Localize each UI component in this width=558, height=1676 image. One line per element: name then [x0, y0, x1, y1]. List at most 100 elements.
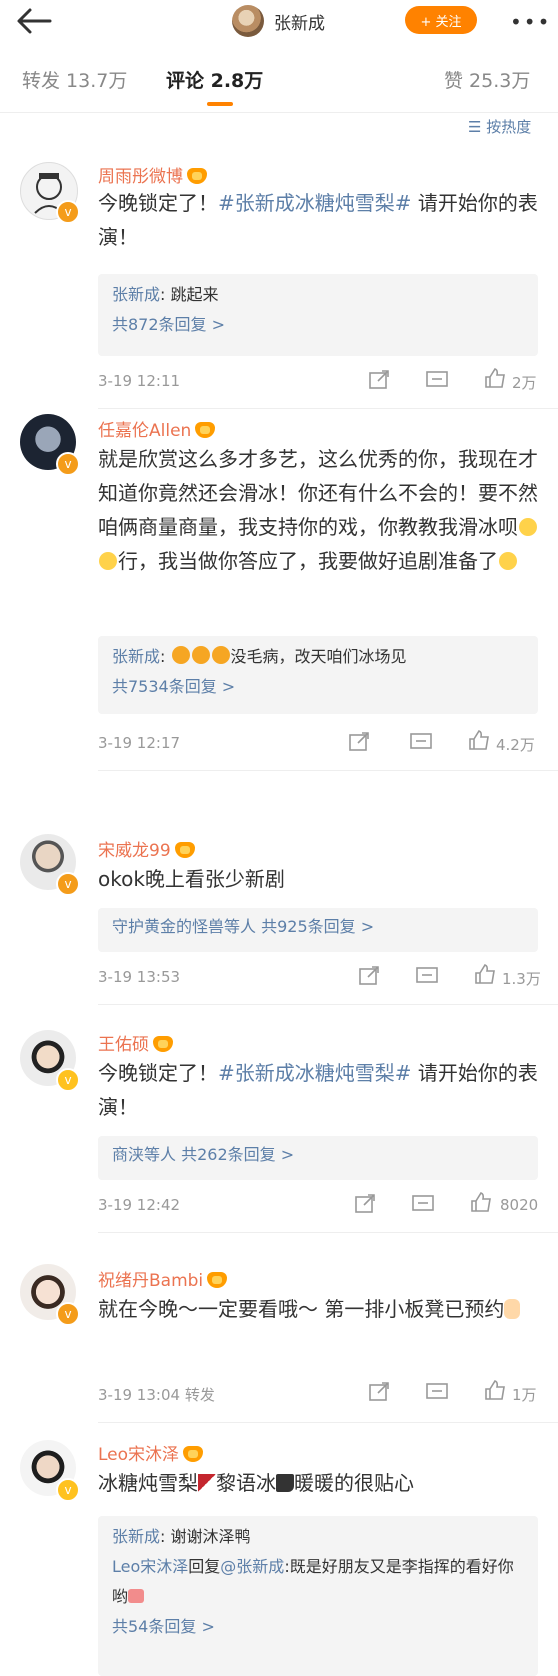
view-replies-link[interactable]: 共872条回复 > [98, 310, 538, 340]
view-replies-link[interactable]: 共7534条回复 > [98, 672, 538, 702]
like-icon[interactable] [484, 368, 506, 388]
repost-label[interactable]: 转发 [185, 1386, 215, 1404]
view-replies-link[interactable]: 共54条回复 > [98, 1612, 538, 1642]
victory-hand-emoji-icon [504, 1299, 521, 1319]
reply-author[interactable]: Leo宋沐泽 [112, 1557, 188, 1576]
comment-time: 3-19 12:17 [98, 734, 181, 752]
like-count: 1万 [512, 1386, 537, 1404]
verified-badge-icon: v [56, 872, 80, 896]
author-avatar[interactable] [232, 5, 264, 37]
sort-label: 按热度 [486, 118, 532, 136]
reply-box[interactable]: 张新成: 没毛病，改天咱们冰场见 共7534条回复 > [98, 636, 538, 714]
comment-time: 3-19 12:42 [98, 1196, 181, 1214]
reply-box[interactable]: 张新成: 谢谢沐泽鸭 Leo宋沐泽回复@张新成:既是好朋友又是李指挥的看好你哟 … [98, 1516, 538, 1676]
comment-time: 3-19 12:11 [98, 372, 181, 390]
sunglasses-emoji-icon [499, 552, 517, 570]
comment-icon[interactable] [426, 370, 448, 390]
sort-button[interactable]: ☰ 按热度 [468, 116, 531, 137]
commenter-name[interactable]: 祝绪丹Bambi [98, 1266, 228, 1291]
commenter-name[interactable]: 任嘉伦Allen [98, 416, 216, 441]
vip-crown-icon [187, 168, 207, 184]
comment-text: 就在今晚～一定要看哦～ 第一排小板凳已预约 [98, 1292, 538, 1326]
verified-badge-icon: v [56, 200, 80, 224]
divider [98, 1422, 558, 1423]
tab-comments[interactable]: 评论 2.8万 [166, 66, 263, 93]
shy-emoji-icon [191, 646, 210, 664]
speech-emoji-icon [128, 1589, 145, 1603]
comment-text: 今晚锁定了！#张新成冰糖炖雪梨# 请开始你的表演！ [98, 191, 538, 249]
verified-badge-icon: v [56, 452, 80, 476]
tab-reposts[interactable]: 转发 13.7万 [22, 66, 127, 93]
divider [98, 408, 558, 409]
view-replies-link[interactable]: 守护黄金的怪兽等人 共925条回复 > [98, 912, 538, 942]
shy-emoji-icon [171, 646, 190, 664]
reply-author[interactable]: 张新成 [112, 647, 160, 666]
like-icon[interactable] [484, 1380, 506, 1400]
comment-text: 今晚锁定了！#张新成冰糖炖雪梨# 请开始你的表演！ [98, 1061, 538, 1119]
reply-box[interactable]: 张新成: 跳起来 共872条回复 > [98, 274, 538, 356]
verified-badge-icon: v [56, 1478, 80, 1502]
reply-box[interactable]: 商浃等人 共262条回复 > [98, 1136, 538, 1180]
commenter-name[interactable]: 宋威龙99 [98, 836, 195, 861]
verified-badge-icon: v [56, 1302, 80, 1326]
like-icon[interactable] [470, 1192, 492, 1212]
like-icon[interactable] [474, 964, 496, 984]
divider [98, 1004, 558, 1005]
comment-text: 就是欣赏这么多才多艺，这么优秀的你，我现在才知道你竟然还会滑冰！你还有什么不会的… [98, 447, 538, 573]
share-icon[interactable] [348, 732, 370, 752]
reply-text: : 跳起来 [160, 285, 219, 304]
divider [98, 1232, 558, 1233]
comment-time: 3-19 13:04 转发 [98, 1386, 215, 1404]
vip-crown-icon [183, 1446, 204, 1462]
top-bar: 张新成 + 关注 ••• [0, 0, 558, 44]
like-count: 4.2万 [496, 736, 535, 754]
comment-icon[interactable] [426, 1382, 448, 1402]
verified-badge-icon: v [56, 1068, 80, 1092]
comment-time: 3-19 13:53 [98, 968, 181, 986]
vip-crown-icon [195, 422, 216, 438]
mention-link[interactable]: @张新成 [220, 1557, 284, 1576]
vip-crown-icon [207, 1272, 228, 1288]
author-header[interactable]: 张新成 [232, 4, 325, 38]
grin-emoji-icon [99, 552, 117, 570]
hockey-stick-emoji-icon [198, 1474, 216, 1492]
divider [0, 112, 558, 113]
vip-crown-icon [153, 1036, 173, 1052]
sort-icon: ☰ [468, 118, 487, 136]
active-tab-indicator [207, 102, 233, 106]
topic-link[interactable]: #张新成冰糖炖雪梨# [218, 1061, 412, 1085]
comment-text: okok晚上看张少新剧 [98, 867, 285, 891]
shy-emoji-icon [211, 646, 230, 664]
share-icon[interactable] [368, 370, 390, 390]
share-icon[interactable] [358, 966, 380, 986]
share-icon[interactable] [354, 1194, 376, 1214]
grin-emoji-icon [519, 518, 537, 536]
comment-text: 冰糖炖雪梨 黎语冰 暖暖的很贴心 [98, 1471, 414, 1495]
like-count: 1.3万 [502, 970, 541, 988]
author-name[interactable]: 张新成 [274, 9, 325, 34]
reply-author[interactable]: 张新成 [112, 1527, 160, 1546]
topic-link[interactable]: #张新成冰糖炖雪梨# [218, 191, 412, 215]
divider [98, 770, 558, 771]
comment-icon[interactable] [412, 1194, 434, 1214]
reply-text: 没毛病，改天咱们冰场见 [230, 647, 407, 666]
like-count: 8020 [500, 1196, 539, 1214]
ice-skate-emoji-icon [276, 1474, 294, 1492]
tab-likes[interactable]: 赞 25.3万 [444, 66, 530, 93]
back-arrow-icon[interactable] [14, 6, 54, 36]
vip-crown-icon [174, 842, 195, 858]
tab-bar: 转发 13.7万 评论 2.8万 赞 25.3万 [0, 58, 558, 110]
like-icon[interactable] [468, 730, 490, 750]
commenter-name[interactable]: Leo宋沐泽 [98, 1440, 204, 1465]
commenter-name[interactable]: 王佑硕 [98, 1030, 173, 1055]
more-options-icon[interactable]: ••• [510, 10, 551, 34]
comment-icon[interactable] [416, 966, 438, 986]
like-count: 2万 [512, 374, 537, 392]
view-replies-link[interactable]: 商浃等人 共262条回复 > [98, 1140, 538, 1170]
share-icon[interactable] [368, 1382, 390, 1402]
commenter-name[interactable]: 周雨彤微博 [98, 162, 207, 187]
follow-button[interactable]: + 关注 [405, 6, 477, 34]
reply-box[interactable]: 守护黄金的怪兽等人 共925条回复 > [98, 908, 538, 952]
reply-author[interactable]: 张新成 [112, 285, 160, 304]
comment-icon[interactable] [410, 732, 432, 752]
